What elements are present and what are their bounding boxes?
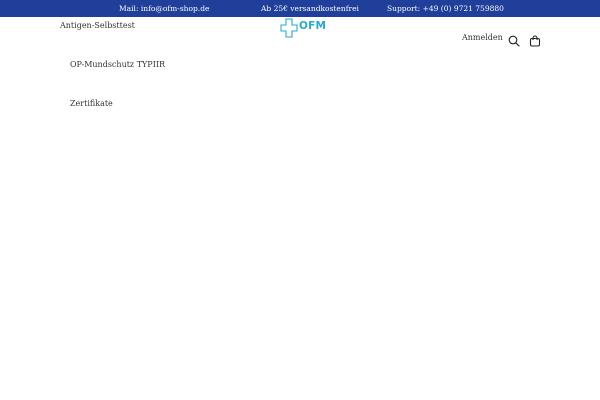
search-button[interactable]	[508, 32, 520, 47]
topbar-mail[interactable]: Mail: info@ofm-shop.de	[119, 4, 209, 13]
topbar-shipping: Ab 25€ versandkostenfrei	[261, 4, 359, 13]
nav-link-antigen-selbsttest[interactable]: Antigen-Selbsttest	[60, 21, 135, 30]
cross-icon	[280, 18, 298, 38]
menu-item-op-mundschutz[interactable]: OP-Mundschutz TYPIIR	[70, 60, 165, 69]
site-logo[interactable]: OFM	[280, 18, 328, 40]
announcement-bar: Mail: info@ofm-shop.de Ab 25€ versandkos…	[0, 0, 600, 17]
logo-text: OFM	[299, 20, 327, 32]
search-icon	[508, 35, 520, 47]
login-link[interactable]: Anmelden	[462, 33, 503, 42]
menu-item-zertifikate[interactable]: Zertifikate	[70, 99, 113, 108]
cart-button[interactable]	[529, 32, 541, 47]
topbar-support[interactable]: Support: +49 (0) 9721 759880	[387, 4, 504, 13]
cart-icon	[529, 35, 541, 47]
